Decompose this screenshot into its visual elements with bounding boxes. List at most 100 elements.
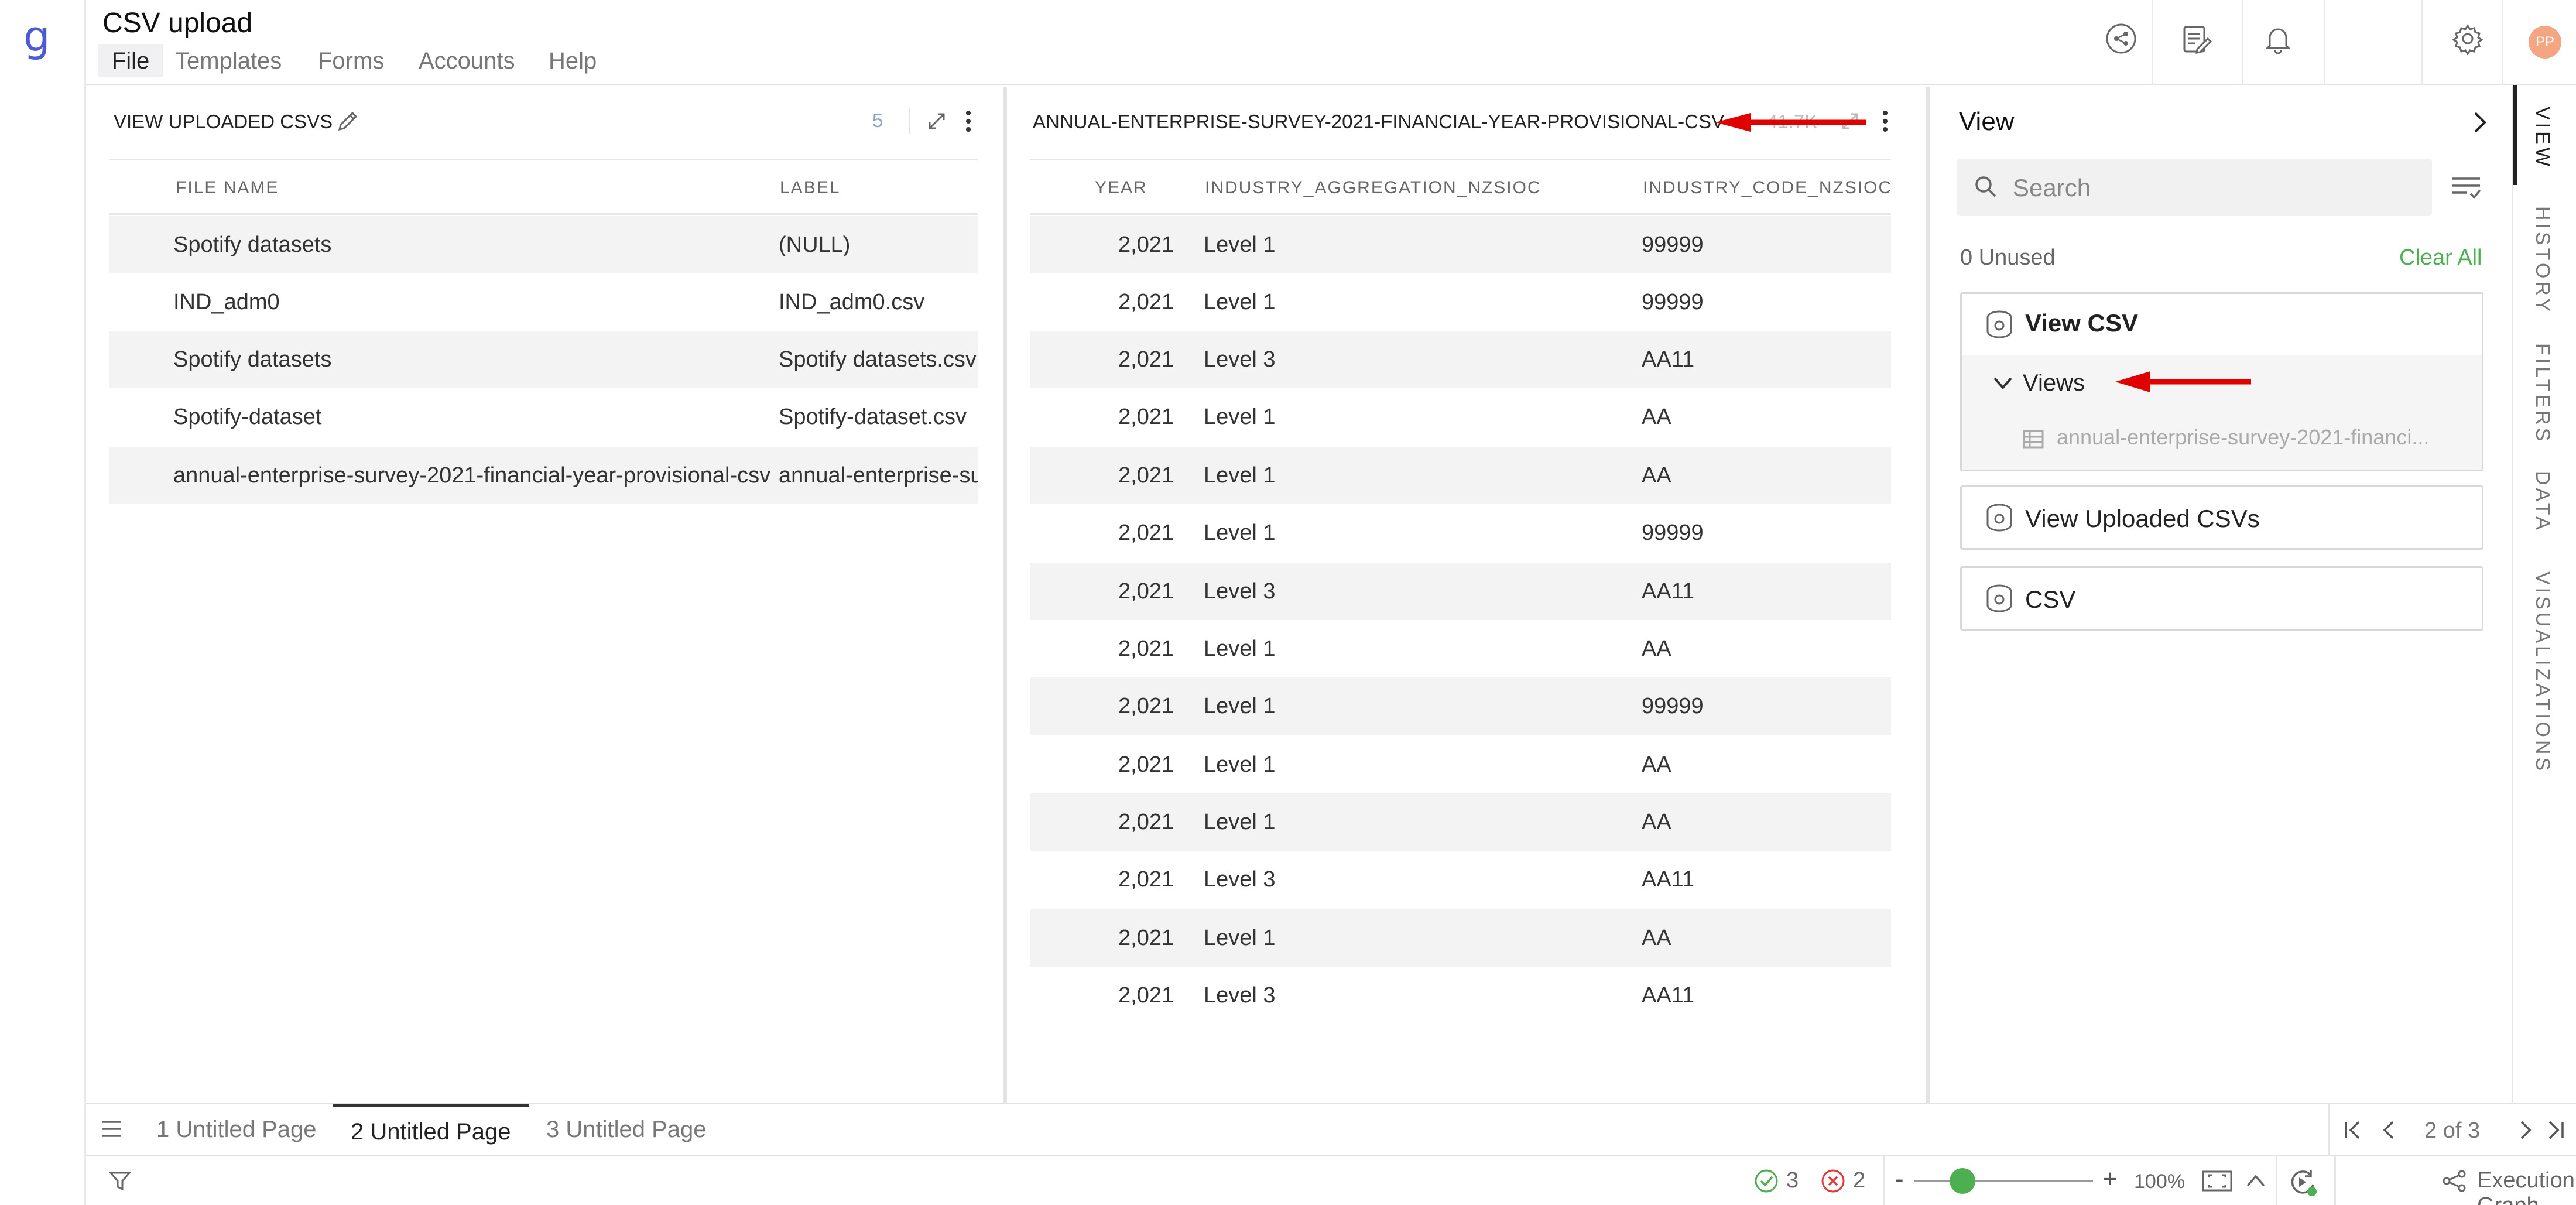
expand-icon[interactable] — [925, 109, 948, 133]
view-csv-card[interactable]: View CSV Views annual-enterprise-survey-… — [1960, 292, 2483, 471]
tab-view[interactable]: VIEW — [2531, 107, 2554, 169]
zoom-slider-thumb[interactable] — [1949, 1168, 1975, 1194]
zoom-in-button[interactable]: + — [2102, 1165, 2118, 1194]
execution-graph-icon[interactable] — [2442, 1169, 2468, 1193]
app-logo[interactable]: g — [23, 13, 50, 60]
auto-run-icon[interactable] — [2287, 1167, 2318, 1197]
table-row[interactable]: 2,021 Level 1 99999 — [1030, 677, 1891, 735]
fit-screen-icon[interactable] — [2201, 1169, 2234, 1193]
view-item-label[interactable]: annual-enterprise-survey-2021-financi... — [2057, 425, 2429, 450]
table-row[interactable]: 2,021 Level 1 AA — [1030, 620, 1891, 677]
search-input[interactable]: Search — [1957, 159, 2432, 216]
active-tab-indicator — [2513, 85, 2517, 185]
next-page-icon[interactable] — [2513, 1118, 2537, 1142]
csv-card[interactable]: CSV — [1960, 566, 2483, 631]
divider — [909, 108, 910, 134]
table-row[interactable]: IND_adm0 IND_adm0.csv — [109, 273, 978, 331]
more-options-icon[interactable] — [1879, 109, 1891, 135]
last-page-icon[interactable] — [2544, 1118, 2567, 1142]
notifications-bell-icon[interactable] — [2259, 20, 2297, 57]
chevron-down-icon[interactable] — [1991, 371, 2015, 395]
settings-gear-icon[interactable] — [2449, 20, 2486, 57]
more-options-icon[interactable] — [962, 109, 974, 135]
tab-filters[interactable]: FILTERS — [2531, 343, 2554, 444]
menu-file[interactable]: File — [98, 44, 163, 77]
menu-forms[interactable]: Forms — [318, 44, 384, 77]
menu-accounts[interactable]: Accounts — [419, 44, 515, 77]
execution-graph-label[interactable]: Execution Graph — [2477, 1168, 2576, 1205]
clear-all-link[interactable]: Clear All — [2399, 245, 2482, 271]
page-tab-2[interactable]: 2 Untitled Page — [333, 1104, 529, 1155]
table-row[interactable]: Spotify datasets Spotify datasets.csv — [109, 331, 978, 388]
search-icon — [1973, 174, 1999, 200]
table-row[interactable]: 2,021 Level 3 AA11 — [1030, 967, 1891, 1024]
view-csv-header[interactable]: View CSV — [1962, 294, 2482, 355]
cell-file-name: IND_adm0 — [173, 290, 280, 314]
table-row[interactable]: 2,021 Level 1 99999 — [1030, 273, 1891, 331]
tab-history[interactable]: HISTORY — [2531, 206, 2554, 314]
view-uploaded-csvs-card[interactable]: View Uploaded CSVs — [1960, 485, 2483, 550]
table-row[interactable]: 2,021 Level 1 AA — [1030, 909, 1891, 967]
row-count: 5 — [872, 109, 883, 131]
table-row[interactable]: 2,021 Level 1 AA — [1030, 388, 1891, 446]
cell-aggregation: Level 1 — [1204, 636, 1276, 661]
hamburger-menu-icon[interactable] — [100, 1117, 124, 1141]
document-title[interactable]: CSV upload — [102, 7, 252, 39]
table-row[interactable]: 2,021 Level 1 99999 — [1030, 504, 1891, 562]
cell-file-name: Spotify-dataset — [173, 405, 322, 429]
table-row[interactable]: 2,021 Level 1 99999 — [1030, 216, 1891, 273]
cell-aggregation: Level 3 — [1204, 983, 1276, 1008]
table-row[interactable]: 2,021 Level 1 AA — [1030, 793, 1891, 851]
cell-code: AA11 — [1642, 347, 1695, 372]
cell-year: 2,021 — [1118, 636, 1174, 661]
cell-aggregation: Level 1 — [1204, 694, 1276, 718]
menu-templates[interactable]: Templates — [175, 44, 282, 77]
column-header-industry-code[interactable]: INDUSTRY_CODE_NZSIOC — [1643, 178, 1892, 198]
table-row[interactable]: Spotify datasets (NULL) — [109, 216, 978, 273]
cell-aggregation: Level 1 — [1204, 290, 1276, 314]
error-x-icon[interactable] — [1820, 1168, 1846, 1194]
previous-page-icon[interactable] — [2378, 1118, 2401, 1142]
table-row[interactable]: 2,021 Level 1 AA — [1030, 447, 1891, 504]
cell-year: 2,021 — [1118, 521, 1174, 545]
zoom-out-button[interactable]: - — [1895, 1165, 1904, 1194]
pencil-icon[interactable] — [334, 107, 362, 135]
cell-code: AA — [1642, 752, 1671, 777]
views-label[interactable]: Views — [2023, 370, 2085, 396]
cell-year: 2,021 — [1118, 810, 1174, 834]
column-header-file-name[interactable]: FILE NAME — [176, 178, 279, 198]
table-row[interactable]: Spotify-dataset Spotify-dataset.csv — [109, 388, 978, 446]
filter-funnel-icon[interactable] — [108, 1169, 132, 1193]
page-tab-3[interactable]: 3 Untitled Page — [529, 1104, 724, 1155]
chevron-right-icon[interactable] — [2468, 109, 2492, 135]
zoom-slider[interactable] — [1914, 1168, 2093, 1194]
cell-code: 99999 — [1642, 694, 1704, 718]
user-avatar[interactable]: PP — [2529, 26, 2561, 59]
annotation-arrow — [2113, 369, 2253, 395]
cell-year: 2,021 — [1118, 463, 1174, 488]
table-row[interactable]: annual-enterprise-survey-2021-financial-… — [109, 447, 978, 504]
page-tab-1[interactable]: 1 Untitled Page — [139, 1104, 334, 1155]
cell-label: Spotify-dataset.csv — [779, 405, 967, 429]
filter-list-icon[interactable] — [2450, 173, 2482, 202]
first-page-icon[interactable] — [2341, 1118, 2365, 1142]
column-header-label[interactable]: LABEL — [780, 178, 840, 198]
tab-visualizations[interactable]: VISUALIZATIONS — [2531, 571, 2554, 773]
share-icon[interactable] — [2102, 20, 2140, 57]
menu-help[interactable]: Help — [549, 44, 597, 77]
csv-label: CSV — [2025, 586, 2076, 613]
column-header-industry-aggregation[interactable]: INDUSTRY_AGGREGATION_NZSIOC — [1205, 178, 1542, 198]
column-header-year[interactable]: YEAR — [1095, 178, 1147, 198]
table-row[interactable]: 2,021 Level 1 AA — [1030, 736, 1891, 793]
success-check-icon[interactable] — [1753, 1168, 1779, 1194]
table-row[interactable]: 2,021 Level 3 AA11 — [1030, 563, 1891, 620]
chevron-up-icon[interactable] — [2244, 1169, 2267, 1193]
cell-label: IND_adm0.csv — [779, 290, 925, 314]
table-row[interactable]: 2,021 Level 3 AA11 — [1030, 851, 1891, 908]
edit-notes-icon[interactable] — [2177, 20, 2215, 57]
grid-header: FILE NAME LABEL — [109, 159, 978, 215]
tab-data[interactable]: DATA — [2531, 471, 2554, 533]
cell-code: 99999 — [1642, 290, 1704, 314]
left-rail: g — [0, 0, 86, 1205]
table-row[interactable]: 2,021 Level 3 AA11 — [1030, 331, 1891, 388]
